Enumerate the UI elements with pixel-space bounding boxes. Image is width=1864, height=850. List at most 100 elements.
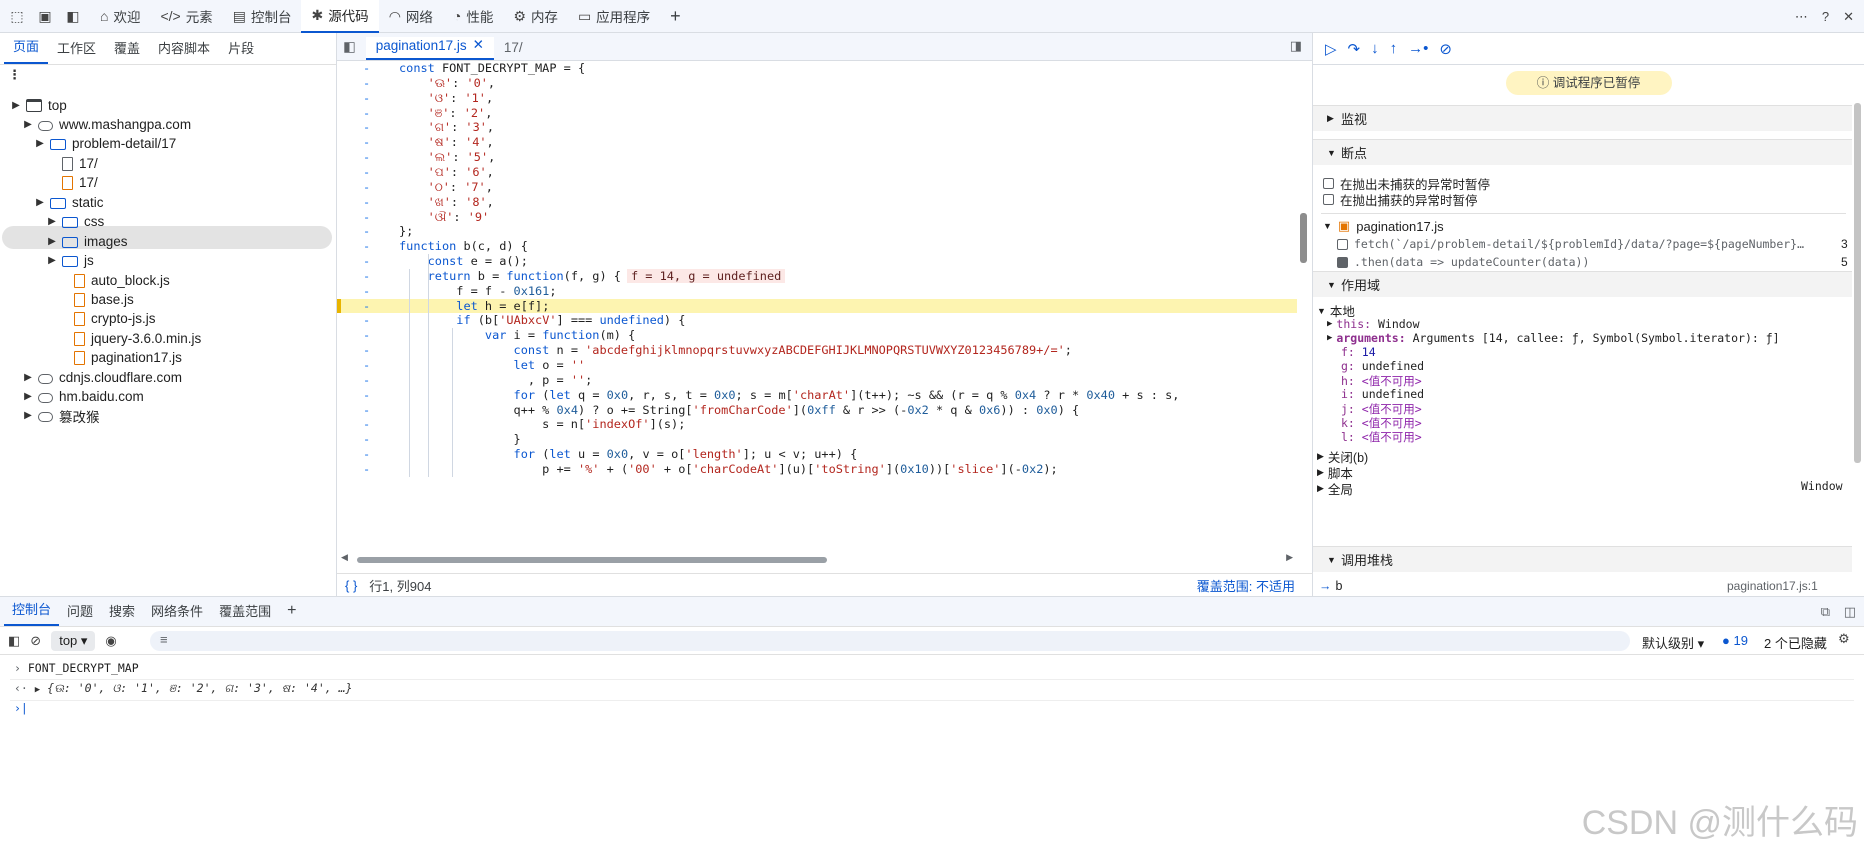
code-line[interactable]: -};	[337, 224, 1297, 239]
drawer-tab[interactable]: 控制台	[4, 599, 60, 626]
panel-tab-6[interactable]: ⚙ 内存	[503, 0, 568, 33]
scope-variable[interactable]: g: undefined	[1341, 359, 1424, 373]
console-settings-icon[interactable]: ⚙	[1838, 631, 1850, 647]
panel-tab-0[interactable]: ⌂ 欢迎	[90, 0, 150, 33]
scope-variable[interactable]: f: 14	[1341, 345, 1376, 359]
code-line[interactable]: - , p = '';	[337, 373, 1297, 388]
navigator-tab[interactable]: 工作区	[48, 38, 105, 64]
navigator-tab[interactable]: 页面	[4, 36, 49, 64]
editor-tab-17[interactable]: 17/	[494, 40, 533, 60]
code-line[interactable]: - return b = function(f, g) {f = 14, g =…	[337, 268, 1297, 284]
deactivate-breakpoints-icon[interactable]: ⊘	[1439, 40, 1452, 58]
context-selector[interactable]: top ▾	[51, 630, 96, 651]
code-line[interactable]: - let h = e[f];	[337, 298, 1297, 314]
close-icon[interactable]: ✕	[1843, 9, 1854, 25]
console-prompt[interactable]: ›|	[14, 701, 28, 715]
code-line[interactable]: - }	[337, 432, 1297, 447]
code-line[interactable]: - let o = ''	[337, 358, 1297, 373]
debugger-vscroll[interactable]	[1854, 63, 1862, 583]
callstack-frame[interactable]: → b	[1319, 579, 1342, 593]
more-tabs-button[interactable]: +	[660, 0, 691, 33]
step-icon[interactable]: →•	[1408, 40, 1428, 57]
code-line[interactable]: - 'ଓ': '1',	[337, 91, 1297, 106]
dock-drawer-icon[interactable]: ⧉	[1821, 604, 1830, 620]
code-line[interactable]: - for (let u = 0x0, v = o['length']; u <…	[337, 447, 1297, 462]
add-drawer-tab-button[interactable]: +	[279, 602, 304, 626]
panel-tab-3[interactable]: ✱ 源代码	[301, 0, 379, 33]
code-line[interactable]: - const FONT_DECRYPT_MAP = {	[337, 61, 1297, 76]
editor-hscroll[interactable]: ◀ ▶	[341, 552, 1293, 565]
callstack-section[interactable]: ▼ 调用堆栈	[1313, 546, 1852, 572]
code-line[interactable]: - 'ଔ': '9'	[337, 210, 1297, 225]
code-line[interactable]: - const n = 'abcdefghijklmnopqrstuvwxyzA…	[337, 343, 1297, 358]
panel-tab-2[interactable]: ▤ 控制台	[223, 0, 302, 33]
device-toggle-icon[interactable]: ▣	[34, 5, 56, 27]
panel-tab-7[interactable]: ▭ 应用程序	[568, 0, 660, 33]
scope-variable[interactable]: i: undefined	[1341, 387, 1424, 401]
panel-tab-1[interactable]: </> 元素	[150, 0, 222, 33]
inspect-icon[interactable]: ⬚	[6, 5, 28, 27]
scope-global[interactable]: ▶ 全局	[1317, 479, 1353, 498]
watch-section[interactable]: ▶ 监视	[1313, 105, 1852, 131]
more-options-icon[interactable]: ⋯	[1795, 9, 1808, 25]
breakpoint-item[interactable]: fetch(`/api/problem-detail/${problemId}/…	[1337, 237, 1804, 251]
console-output-entry[interactable]: ‹· ▶ {ଊ: '0', ଓ: '1', ଞ: '2', ଗ: '3', ଷ:…	[14, 681, 352, 696]
code-line[interactable]: - 'ଖ': '8',	[337, 195, 1297, 210]
toggle-debugger-icon[interactable]: ◨	[1290, 38, 1302, 54]
code-line[interactable]: - 'ଗ': '3',	[337, 120, 1297, 135]
help-icon[interactable]: ?	[1822, 9, 1829, 24]
navigator-tab[interactable]: 覆盖	[105, 38, 149, 64]
panel-tab-5[interactable]: ◔ 性能	[443, 0, 503, 33]
live-expression-icon[interactable]: ◉	[105, 633, 116, 649]
pretty-print-icon[interactable]: { }	[345, 578, 357, 593]
code-line[interactable]: - 'ଷ': '4',	[337, 135, 1297, 150]
scope-variable[interactable]: l: <值不可用>	[1341, 429, 1422, 445]
step-out-icon[interactable]: ↑	[1390, 40, 1398, 57]
pause-caught-checkbox[interactable]: 在抛出捕获的异常时暂停	[1323, 190, 1478, 209]
sidebar-toggle-icon[interactable]: ◧	[8, 633, 20, 649]
clear-console-icon[interactable]: ⊘	[30, 633, 41, 649]
tree-item[interactable]: ▶ 篡改猴	[22, 404, 99, 427]
code-line[interactable]: - q++ % 0x4) ? o += String['fromCharCode…	[337, 403, 1297, 418]
code-line[interactable]: - s = n['indexOf'](s);	[337, 417, 1297, 432]
navigator-menu-icon[interactable]: ⋮	[0, 65, 336, 89]
step-into-icon[interactable]: ↓	[1371, 40, 1379, 57]
code-line[interactable]: - 'ଊ': '0',	[337, 76, 1297, 91]
console-filter-input[interactable]: ≡	[150, 631, 1630, 651]
code-line[interactable]: - var i = function(m) {	[337, 328, 1297, 343]
drawer-tab[interactable]: 搜索	[101, 601, 143, 626]
issues-badge[interactable]: ● 19	[1722, 633, 1748, 648]
drawer-tab[interactable]: 问题	[59, 601, 101, 626]
code-line[interactable]: - 'ଞ': '2',	[337, 106, 1297, 121]
code-line[interactable]: - 'ଲ': '5',	[337, 150, 1297, 165]
scope-this[interactable]: ▶ this: Window	[1327, 317, 1420, 331]
code-line[interactable]: - p += '%' + ('00' + o['charCodeAt'](u)[…	[337, 462, 1297, 477]
code-line[interactable]: - function b(c, d) {	[337, 239, 1297, 254]
navigator-tab[interactable]: 片段	[219, 38, 263, 64]
breakpoints-section[interactable]: ▼ 断点	[1313, 139, 1852, 165]
editor-vscroll[interactable]	[1300, 93, 1308, 553]
code-line[interactable]: - f = f - 0x161;	[337, 284, 1297, 299]
code-line[interactable]: - 'ପ': '6',	[337, 165, 1297, 180]
code-line[interactable]: - for (let q = 0x0, r, s, t = 0x0; s = m…	[337, 388, 1297, 403]
step-over-icon[interactable]: ↷	[1348, 40, 1361, 58]
code-line[interactable]: - if (b['UAbxcV'] === undefined) {	[337, 313, 1297, 328]
drawer-tab[interactable]: 覆盖范围	[211, 601, 279, 626]
scope-section[interactable]: ▼ 作用域	[1313, 271, 1852, 297]
scope-arguments[interactable]: ▶ arguments: Arguments [14, callee: ƒ, Sy…	[1327, 331, 1780, 345]
resume-icon[interactable]: ▷	[1325, 40, 1337, 58]
editor-tab-pagination[interactable]: pagination17.js ✕	[365, 37, 494, 60]
navigator-tab[interactable]: 内容脚本	[149, 38, 219, 64]
breakpoint-file[interactable]: ▼ ▣ pagination17.js	[1323, 218, 1444, 234]
callstack-location[interactable]: pagination17.js:1	[1727, 579, 1818, 593]
close-drawer-icon[interactable]: ◫	[1844, 604, 1856, 620]
log-level-select[interactable]: 默认级别 ▾	[1642, 633, 1704, 652]
code-area[interactable]: - const FONT_DECRYPT_MAP = {- 'ଊ': '0', - …	[337, 61, 1297, 586]
code-line[interactable]: - const e = a();	[337, 254, 1297, 269]
code-line[interactable]: - 'ଠ': '7',	[337, 180, 1297, 195]
drawer-tab[interactable]: 网络条件	[143, 601, 211, 626]
coverage-status[interactable]: 覆盖范围: 不适用	[1197, 576, 1295, 595]
panel-tab-4[interactable]: ◠ 网络	[379, 0, 443, 33]
close-tab-icon[interactable]: ✕	[473, 37, 484, 53]
toggle-navigator-icon[interactable]: ◧	[337, 39, 366, 60]
